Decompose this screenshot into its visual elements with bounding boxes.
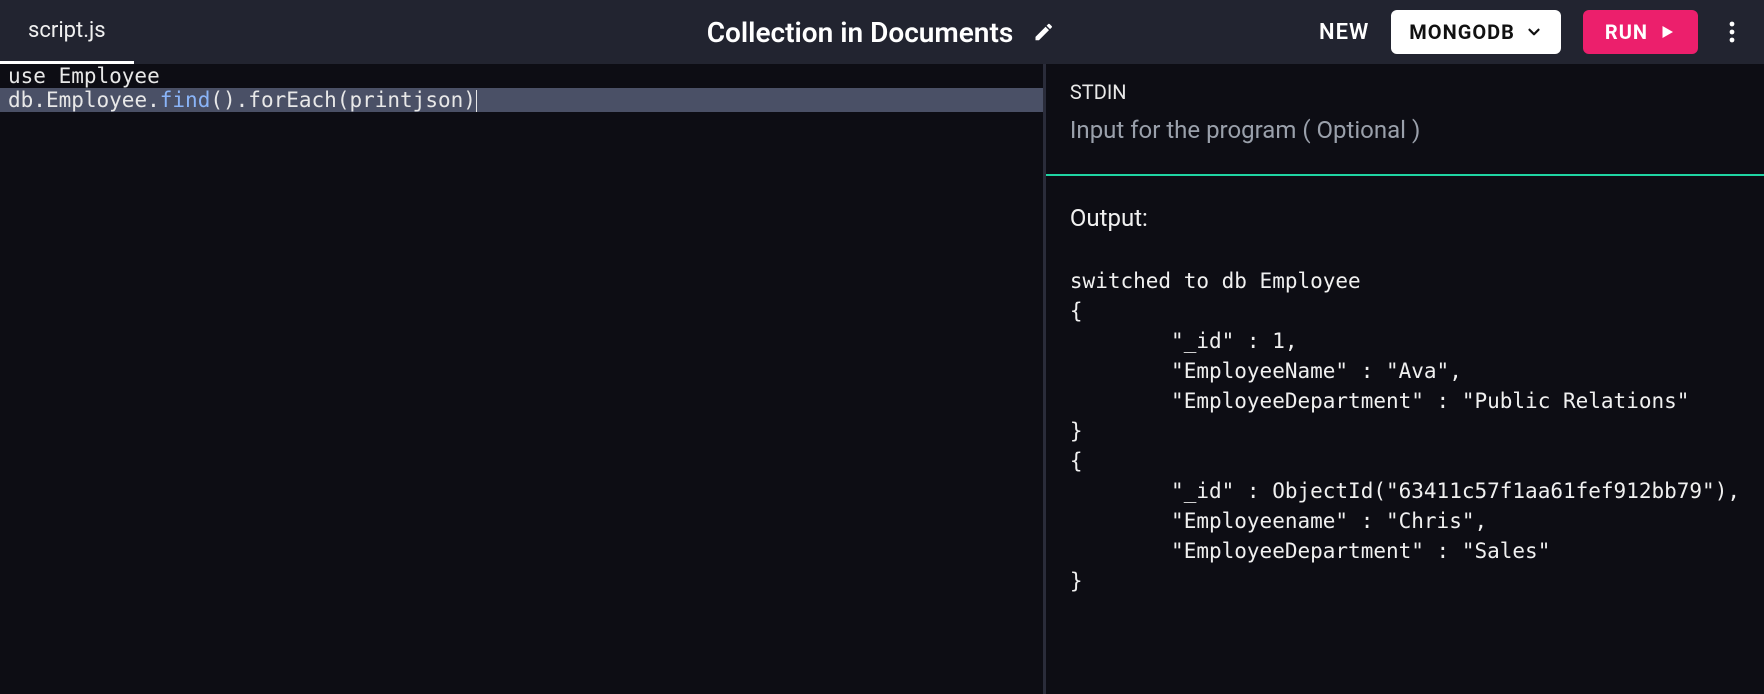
- code-token: .: [33, 88, 46, 112]
- stdin-input[interactable]: [1070, 116, 1740, 144]
- code-token: find: [160, 88, 211, 112]
- code-editor[interactable]: use Employeedb.Employee.find().forEach(p…: [0, 64, 1043, 694]
- code-line: db.Employee.find().forEach(printjson): [0, 88, 1043, 112]
- main-area: use Employeedb.Employee.find().forEach(p…: [0, 64, 1764, 694]
- code-token: use: [8, 64, 59, 88]
- code-token: forEach: [248, 88, 337, 112]
- page-title: Collection in Documents: [707, 16, 1014, 49]
- code-token: printjson: [349, 88, 463, 112]
- code-token: Employee: [59, 64, 160, 88]
- file-tab[interactable]: script.js: [0, 0, 134, 64]
- run-button[interactable]: RUN: [1583, 10, 1698, 54]
- play-icon: [1658, 23, 1676, 41]
- title-area: Collection in Documents: [707, 16, 1058, 49]
- stdin-label: STDIN: [1070, 80, 1740, 104]
- database-selector-label: MONGODB: [1409, 20, 1515, 44]
- more-menu-button[interactable]: [1720, 10, 1744, 54]
- text-cursor: [476, 90, 477, 112]
- chevron-down-icon: [1525, 23, 1543, 41]
- kebab-menu-icon: [1729, 20, 1735, 44]
- edit-title-button[interactable]: [1029, 18, 1057, 46]
- top-bar: script.js Collection in Documents NEW MO…: [0, 0, 1764, 64]
- code-token: .: [147, 88, 160, 112]
- code-token: ): [463, 88, 476, 112]
- file-tab-label: script.js: [28, 18, 106, 43]
- right-controls: NEW MONGODB RUN: [1319, 10, 1764, 54]
- new-button[interactable]: NEW: [1319, 20, 1369, 45]
- code-token: (): [210, 88, 235, 112]
- code-line: use Employee: [0, 64, 1043, 88]
- code-token: .: [236, 88, 249, 112]
- run-button-label: RUN: [1605, 20, 1648, 44]
- output-text: switched to db Employee { "_id" : 1, "Em…: [1070, 266, 1740, 596]
- code-token: (: [337, 88, 350, 112]
- io-pane: STDIN Output: switched to db Employee { …: [1043, 64, 1764, 694]
- output-label: Output:: [1070, 204, 1740, 232]
- code-token: db: [8, 88, 33, 112]
- database-selector[interactable]: MONGODB: [1391, 10, 1561, 54]
- code-token: Employee: [46, 88, 147, 112]
- output-section: Output: switched to db Employee { "_id" …: [1046, 176, 1764, 616]
- pencil-icon: [1032, 21, 1054, 43]
- stdin-section: STDIN: [1046, 64, 1764, 176]
